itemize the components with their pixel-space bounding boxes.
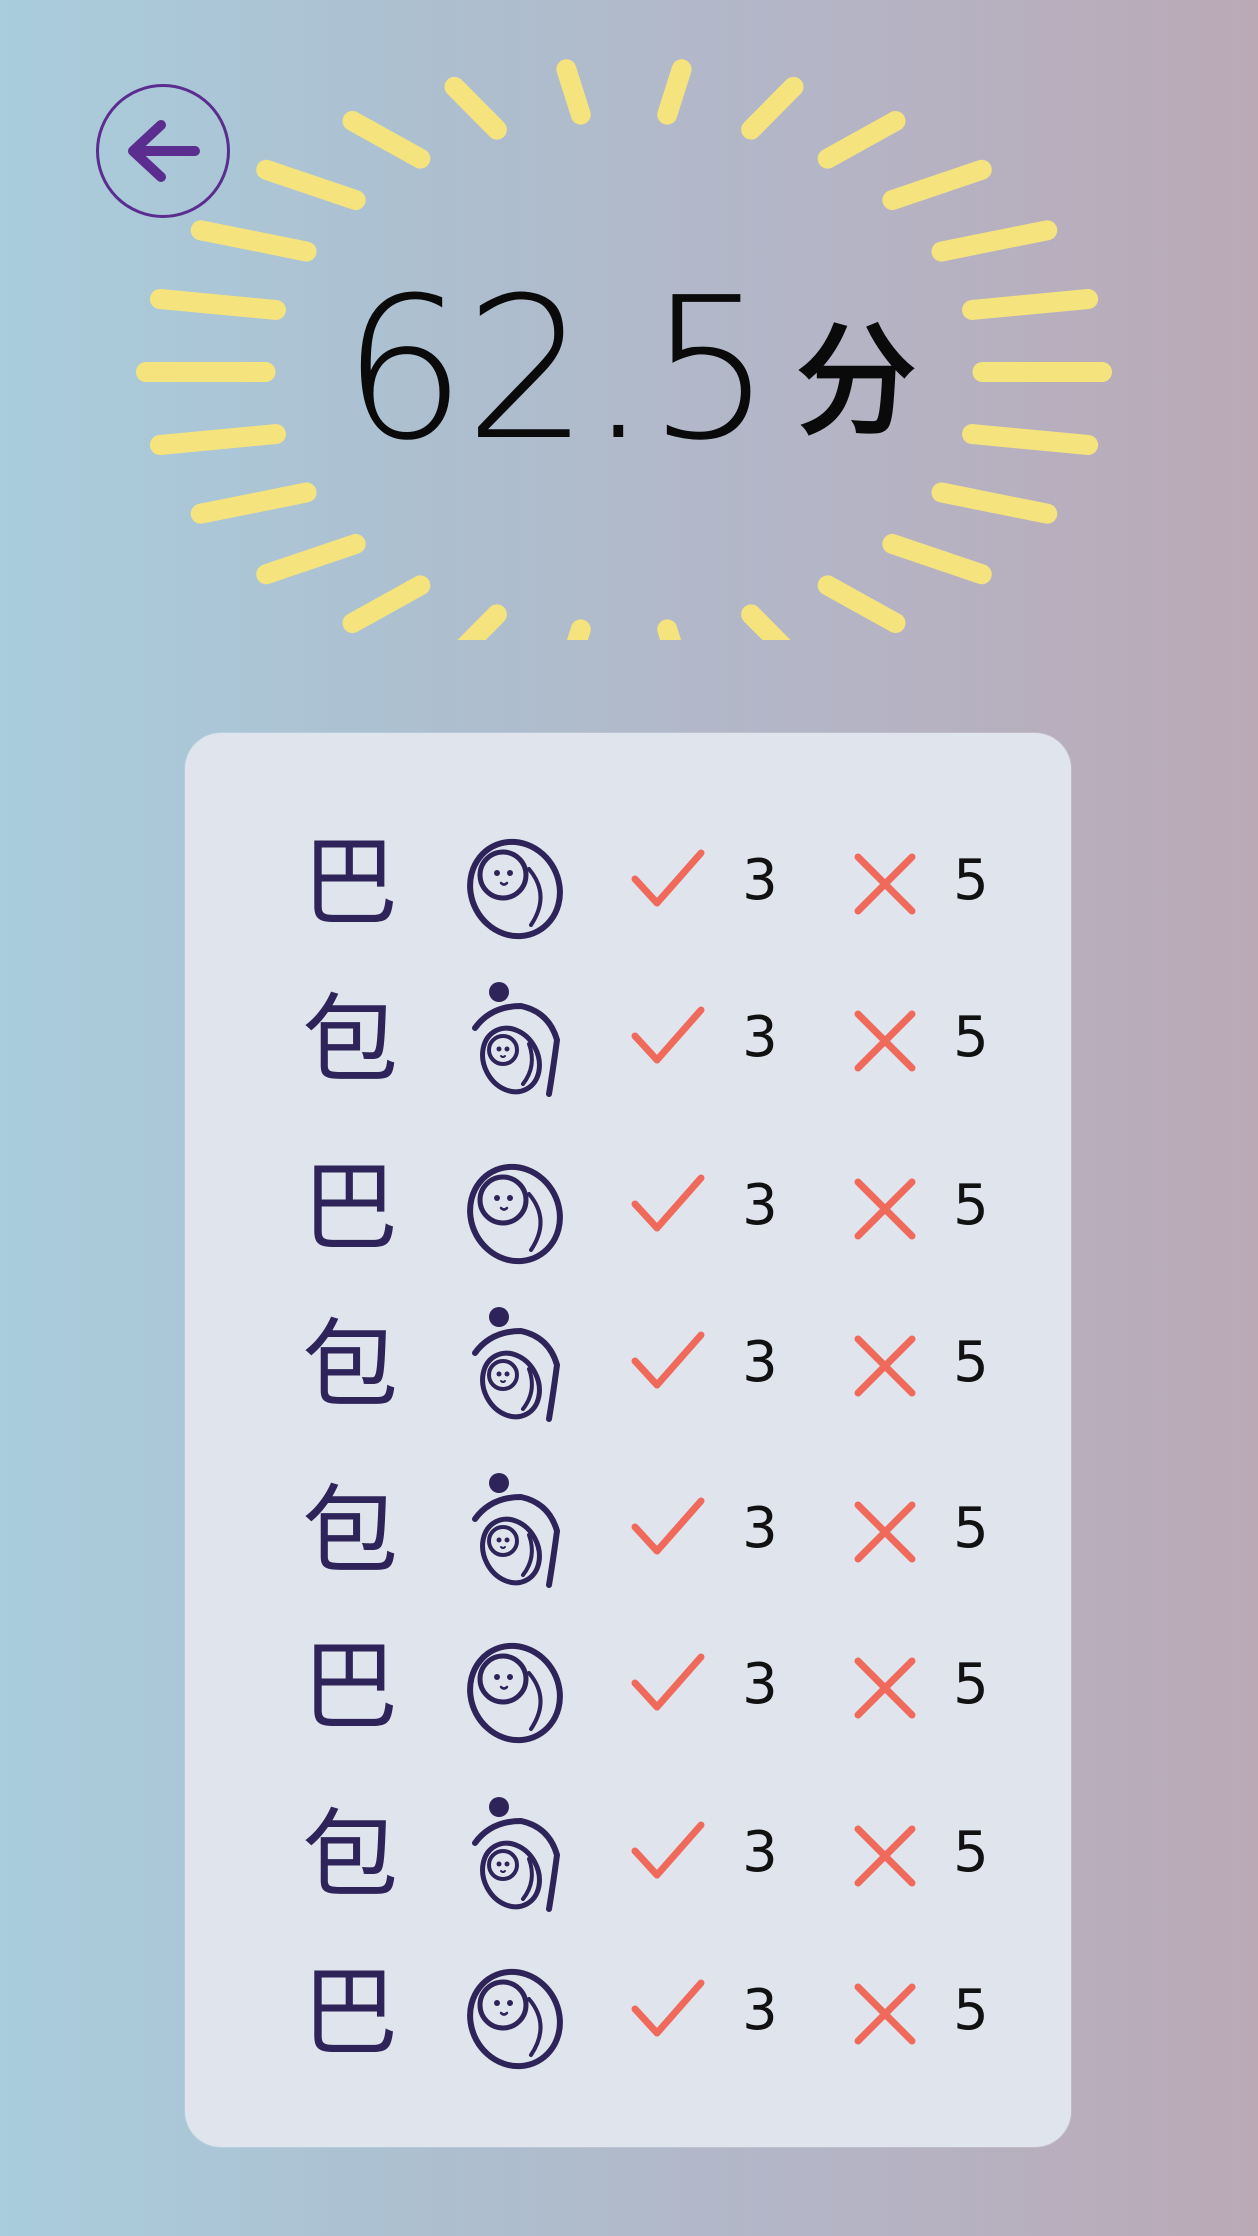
burst-ray (556, 59, 591, 125)
burst-ray (444, 76, 507, 140)
burst-ray (817, 575, 906, 634)
burst-ray (566, 619, 591, 640)
result-row: 巴 3 5 (185, 813, 1071, 953)
cross-icon (850, 849, 920, 923)
correct-count: 3 (742, 1652, 778, 1717)
wrong-count: 5 (953, 1652, 989, 1717)
baby-icon (465, 1637, 565, 1751)
wrong-count: 5 (953, 1005, 989, 1070)
burst-ray (741, 604, 791, 640)
person-holding-baby-icon (465, 1469, 565, 1595)
wrong-count: 5 (953, 1330, 989, 1395)
burst-ray (931, 220, 1058, 262)
character-label: 巴 (302, 1957, 398, 2069)
person-holding-baby-icon (465, 978, 565, 1104)
correct-count: 3 (742, 1978, 778, 2043)
result-row: 包 3 5 (185, 970, 1071, 1110)
check-icon (629, 1975, 709, 2049)
score-display: 62.5 分 (0, 270, 1258, 470)
wrong-count: 5 (953, 1496, 989, 1561)
result-row: 包 3 5 (185, 1295, 1071, 1435)
wrong-count: 5 (953, 1978, 989, 2043)
burst-ray (657, 59, 692, 125)
character-label: 包 (302, 1475, 398, 1587)
character-label: 巴 (302, 827, 398, 939)
cross-icon (850, 1331, 920, 1405)
correct-count: 3 (742, 1820, 778, 1885)
wrong-count: 5 (953, 1173, 989, 1238)
burst-ray (882, 159, 992, 211)
baby-icon (465, 1158, 565, 1272)
burst-ray (190, 220, 317, 262)
character-label: 巴 (302, 1631, 398, 1743)
burst-ray (256, 533, 366, 585)
score-unit: 分 (796, 311, 917, 452)
baby-icon (465, 833, 565, 947)
person-holding-baby-icon (465, 1303, 565, 1429)
character-label: 巴 (302, 1152, 398, 1264)
cross-icon (850, 1653, 920, 1727)
result-row: 巴 3 5 (185, 1617, 1071, 1757)
cross-icon (850, 1497, 920, 1571)
character-label: 包 (302, 984, 398, 1096)
cross-icon (850, 1979, 920, 2053)
check-icon (629, 1327, 709, 1401)
check-icon (629, 1817, 709, 1891)
correct-count: 3 (742, 1496, 778, 1561)
result-row: 包 3 5 (185, 1461, 1071, 1601)
cross-icon (850, 1174, 920, 1248)
burst-ray (457, 604, 507, 640)
burst-ray (882, 533, 992, 585)
cross-icon (850, 1006, 920, 1080)
correct-count: 3 (742, 1173, 778, 1238)
result-row: 巴 3 5 (185, 1138, 1071, 1278)
score-value: 62.5 (341, 256, 772, 484)
burst-ray (342, 110, 431, 169)
check-icon (629, 845, 709, 919)
baby-icon (465, 1963, 565, 2077)
burst-ray (256, 159, 366, 211)
correct-count: 3 (742, 1005, 778, 1070)
result-row: 巴 3 5 (185, 1943, 1071, 2083)
burst-ray (817, 110, 906, 169)
correct-count: 3 (742, 848, 778, 913)
results-card: 巴 3 5 包 3 5 巴 3 5 包 3 5 包 3 5 巴 3 5 包 3 … (185, 733, 1071, 2147)
check-icon (629, 1170, 709, 1244)
burst-ray (931, 482, 1058, 524)
burst-ray (190, 482, 317, 524)
check-icon (629, 1493, 709, 1567)
character-label: 包 (302, 1799, 398, 1911)
check-icon (629, 1002, 709, 1076)
check-icon (629, 1649, 709, 1723)
result-row: 包 3 5 (185, 1785, 1071, 1925)
burst-ray (342, 575, 431, 634)
person-holding-baby-icon (465, 1793, 565, 1919)
wrong-count: 5 (953, 848, 989, 913)
burst-ray (657, 619, 682, 640)
burst-ray (741, 76, 804, 140)
wrong-count: 5 (953, 1820, 989, 1885)
cross-icon (850, 1821, 920, 1895)
character-label: 包 (302, 1309, 398, 1421)
correct-count: 3 (742, 1330, 778, 1395)
